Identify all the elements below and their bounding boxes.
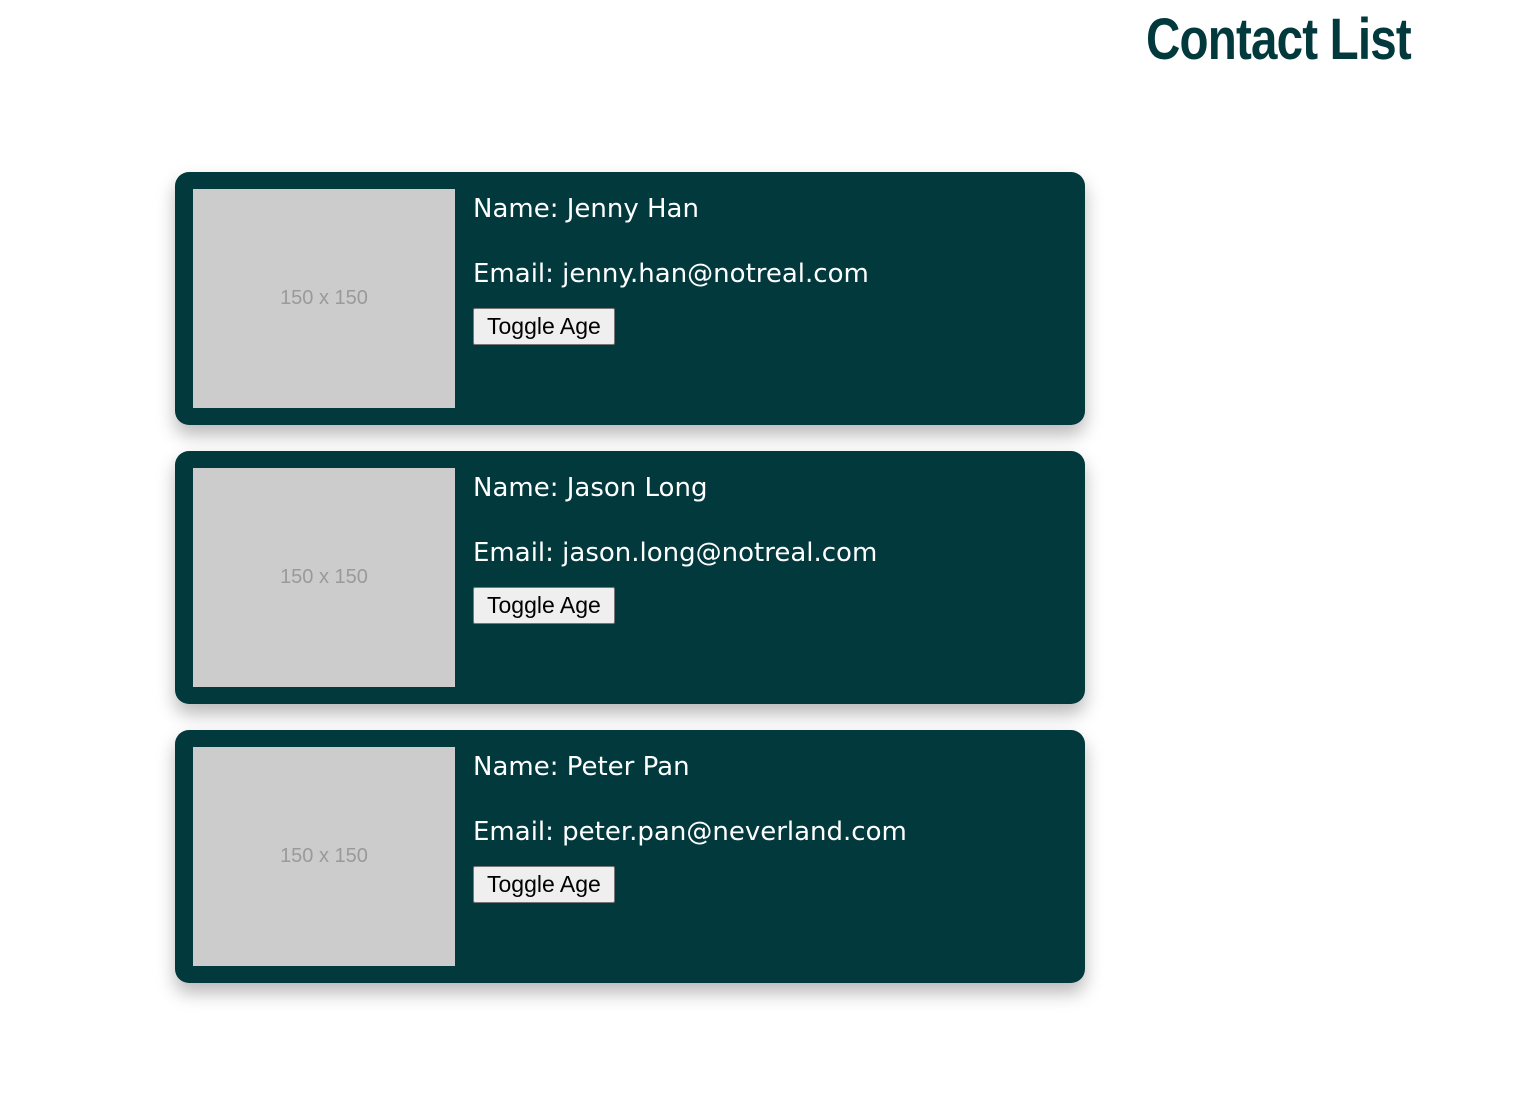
contact-name: Name: Jenny Han (473, 189, 1065, 229)
contact-info: Name: Jason Long Email: jason.long@notre… (473, 468, 1065, 624)
email-value: jason.long@notreal.com (562, 538, 878, 568)
contact-card: 150 x 150 Name: Peter Pan Email: peter.p… (175, 730, 1085, 983)
name-value: Peter Pan (566, 752, 690, 782)
avatar-placeholder: 150 x 150 (193, 468, 455, 687)
contact-email: Email: jenny.han@notreal.com (473, 254, 1065, 294)
contact-info: Name: Peter Pan Email: peter.pan@neverla… (473, 747, 1065, 903)
toggle-age-button[interactable]: Toggle Age (473, 587, 615, 624)
email-label: Email: (473, 538, 554, 568)
name-value: Jenny Han (566, 194, 699, 224)
page-title: Contact List (1146, 7, 1412, 72)
contact-info: Name: Jenny Han Email: jenny.han@notreal… (473, 189, 1065, 345)
avatar-placeholder: 150 x 150 (193, 747, 455, 966)
email-value: jenny.han@notreal.com (562, 259, 869, 289)
contact-email: Email: jason.long@notreal.com (473, 533, 1065, 573)
name-label: Name: (473, 194, 559, 224)
toggle-age-button[interactable]: Toggle Age (473, 308, 615, 345)
email-label: Email: (473, 817, 554, 847)
email-label: Email: (473, 259, 554, 289)
name-value: Jason Long (566, 473, 708, 503)
name-label: Name: (473, 473, 559, 503)
toggle-age-button[interactable]: Toggle Age (473, 866, 615, 903)
avatar-placeholder-label: 150 x 150 (280, 845, 368, 867)
avatar-placeholder-label: 150 x 150 (280, 566, 368, 588)
contact-name: Name: Peter Pan (473, 747, 1065, 787)
avatar-placeholder-label: 150 x 150 (280, 287, 368, 309)
contact-name: Name: Jason Long (473, 468, 1065, 508)
name-label: Name: (473, 752, 559, 782)
email-value: peter.pan@neverland.com (562, 817, 907, 847)
contact-list: 150 x 150 Name: Jenny Han Email: jenny.h… (175, 172, 1085, 1009)
contact-email: Email: peter.pan@neverland.com (473, 812, 1065, 852)
page: Contact List 150 x 150 Name: Jenny Han E… (0, 0, 1536, 1099)
contact-card: 150 x 150 Name: Jason Long Email: jason.… (175, 451, 1085, 704)
avatar-placeholder: 150 x 150 (193, 189, 455, 408)
contact-card: 150 x 150 Name: Jenny Han Email: jenny.h… (175, 172, 1085, 425)
